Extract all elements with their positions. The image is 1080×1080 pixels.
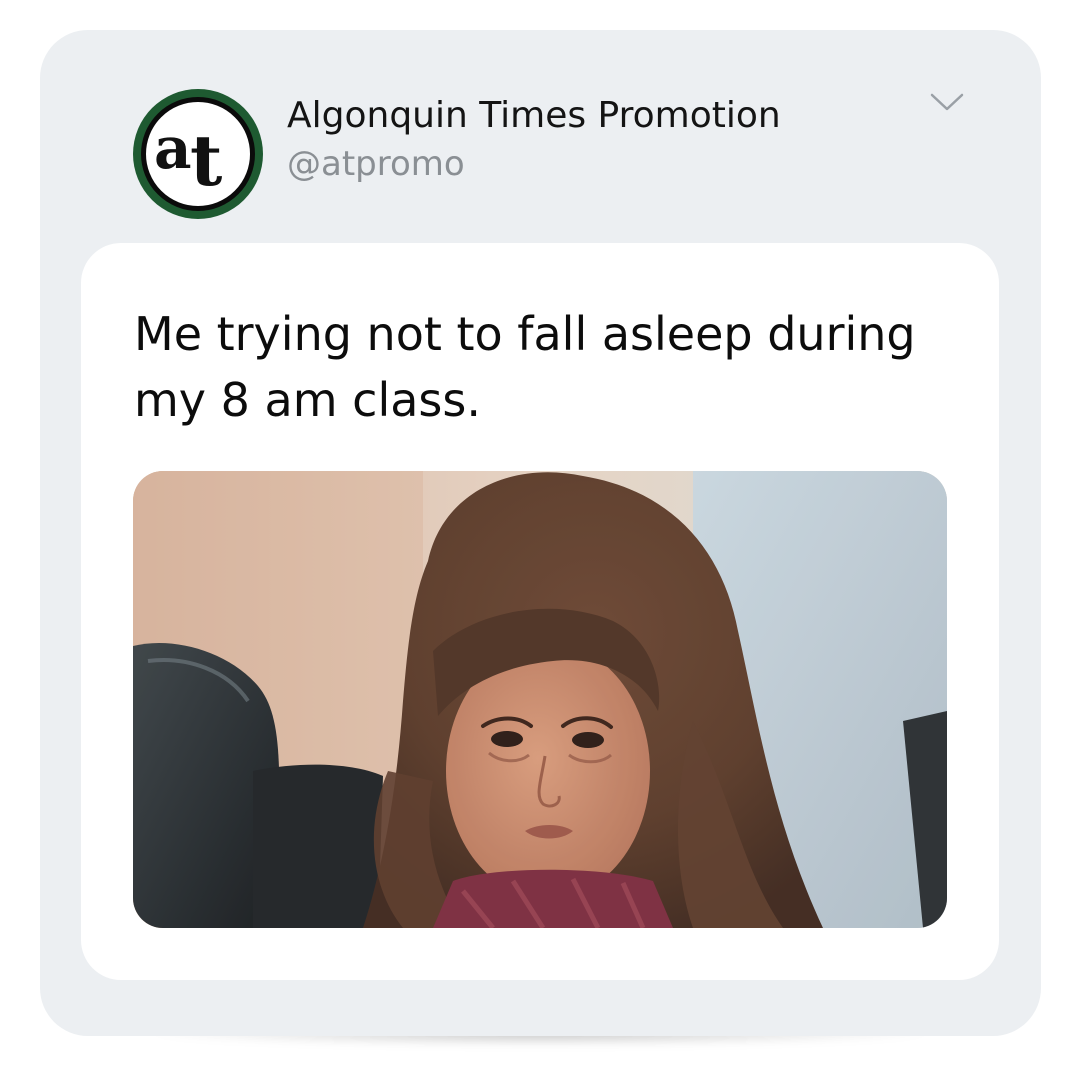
meme-photo-sleepy-child-icon[interactable] — [133, 471, 947, 928]
post-content: Me trying not to fall asleep during my 8… — [81, 243, 999, 980]
at-monogram-logo-icon: a t — [141, 97, 255, 211]
post-author: Algonquin Times Promotion @atpromo — [287, 93, 907, 186]
avatar[interactable]: a t — [133, 89, 263, 219]
svg-text:a: a — [154, 114, 192, 182]
author-name[interactable]: Algonquin Times Promotion — [287, 93, 907, 139]
post-graphic: a t Algonquin Times Promotion @atpromo M… — [0, 0, 1080, 1080]
author-handle[interactable]: @atpromo — [287, 142, 907, 186]
post-text: Me trying not to fall asleep during my 8… — [134, 307, 916, 427]
svg-text:t: t — [190, 119, 222, 202]
chevron-down-icon[interactable] — [929, 90, 965, 114]
